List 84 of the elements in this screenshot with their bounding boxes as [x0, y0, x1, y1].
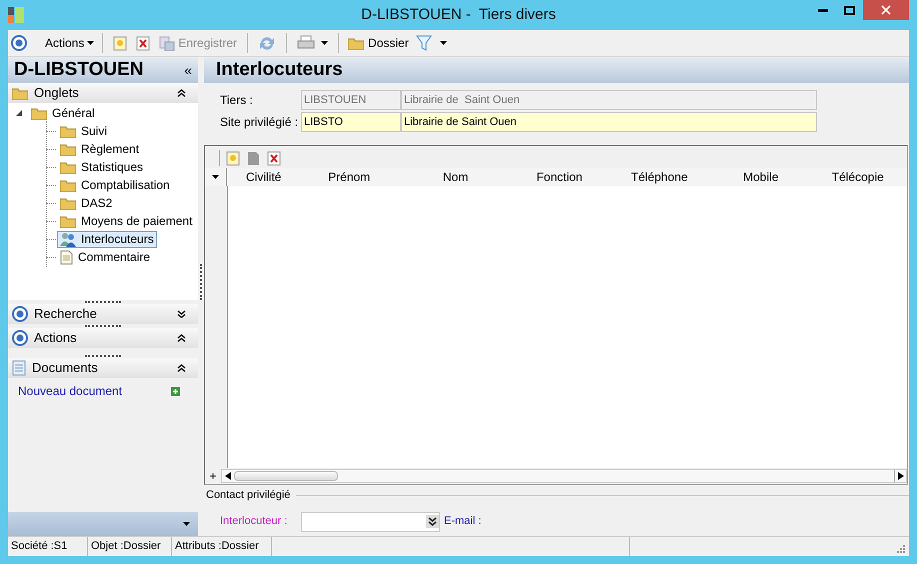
section-title: Contact privilégié [206, 488, 290, 503]
close-button[interactable] [863, 0, 909, 20]
window-title: D-LIBSTOUEN - Tiers divers [361, 4, 556, 25]
column-header[interactable]: Nom [398, 168, 514, 186]
new-document-link[interactable]: Nouveau document [18, 382, 122, 400]
folder-icon [12, 86, 28, 100]
resize-grip-icon [896, 544, 905, 553]
code-field[interactable]: LIBSTO [301, 112, 401, 132]
column-header[interactable]: Mobile [713, 168, 809, 186]
caret-icon [321, 41, 328, 45]
column-header[interactable]: Prénom [300, 168, 398, 186]
add-icon [171, 386, 180, 396]
folder-icon [60, 160, 76, 174]
refresh-icon [258, 35, 276, 51]
note-icon [60, 250, 73, 264]
name-field[interactable]: Librairie de Saint Ouen [401, 112, 817, 132]
delete-row-button[interactable] [266, 150, 282, 166]
double-chevron-icon [426, 515, 439, 528]
document-icon [12, 360, 26, 376]
printer-icon [297, 35, 316, 51]
folder-icon [60, 214, 76, 228]
section-header[interactable]: Recherche [8, 304, 198, 324]
folder-icon [60, 142, 76, 156]
tree-item[interactable]: Moyens de paiement [57, 212, 196, 230]
people-icon [60, 232, 76, 246]
status-cell: Société :S1 [8, 537, 88, 556]
horizontal-scrollbar[interactable] [221, 469, 907, 483]
column-header[interactable]: Fonction [513, 168, 606, 186]
tree-item[interactable]: Commentaire [57, 248, 154, 266]
caret-icon [87, 41, 94, 45]
delete-icon [136, 36, 150, 50]
section-header[interactable]: Actions [8, 328, 198, 348]
folder-icon [31, 106, 47, 120]
field-label: Site privilégié : [220, 114, 300, 131]
tree-item[interactable]: Interlocuteurs [57, 230, 157, 248]
tree-item[interactable]: Général [28, 104, 98, 122]
column-header[interactable]: Télécopie [808, 168, 907, 186]
onglets-header[interactable]: Onglets [8, 83, 198, 103]
new-document-icon [226, 150, 240, 166]
scroll-right-icon [898, 472, 904, 480]
field-label: Tiers : [220, 92, 254, 109]
caret-icon [183, 522, 190, 526]
dossier-button[interactable]: Dossier [346, 34, 411, 52]
maximize-icon [844, 6, 855, 14]
sidebar-title: D-LIBSTOUEN [14, 58, 144, 82]
tree-item[interactable]: Suivi [57, 122, 110, 140]
add-row-mark[interactable]: + [205, 467, 221, 485]
close-icon [881, 5, 891, 15]
column-header[interactable]: Téléphone [606, 168, 714, 186]
save-icon [159, 36, 176, 50]
folder-icon [60, 124, 76, 138]
scroll-left-icon [225, 472, 231, 480]
new-document-icon [113, 36, 128, 50]
blank-page-icon [247, 150, 260, 166]
field-label: E-mail : [444, 514, 482, 530]
status-cell: Objet :Dossier [88, 537, 172, 556]
tree-item[interactable]: Règlement [57, 140, 142, 158]
app-logo-icon [8, 7, 24, 23]
delete-icon [267, 150, 281, 166]
section-header[interactable]: Documents [8, 358, 198, 378]
page-title: Interlocuteurs [216, 58, 343, 82]
folder-icon [60, 178, 76, 192]
tree-item[interactable]: Statistiques [57, 158, 146, 176]
tree-item[interactable]: Comptabilisation [57, 176, 173, 194]
actions-menu-button[interactable]: Actions [44, 34, 96, 52]
folder-icon [60, 196, 76, 210]
folder-icon [348, 36, 364, 50]
status-cell: Attributs :Dossier [172, 537, 272, 556]
minimize-icon [818, 8, 828, 12]
circle-icon [11, 35, 27, 51]
tree-item[interactable]: DAS2 [57, 194, 116, 212]
filter-button[interactable] [414, 35, 449, 51]
toolbar-button[interactable] [10, 35, 28, 51]
field-label: Interlocuteur : [220, 514, 288, 530]
circle-icon [12, 306, 28, 322]
name-field: Librairie de Saint Ouen [401, 90, 817, 110]
column-header[interactable]: Civilité [226, 168, 300, 186]
circle-icon [12, 330, 28, 346]
more-button[interactable] [183, 522, 190, 526]
filter-icon [416, 35, 432, 51]
collapse-sidebar-button[interactable]: « [184, 60, 192, 80]
caret-icon [212, 175, 219, 179]
code-field: LIBSTOUEN [301, 90, 401, 110]
caret-icon [440, 41, 447, 45]
